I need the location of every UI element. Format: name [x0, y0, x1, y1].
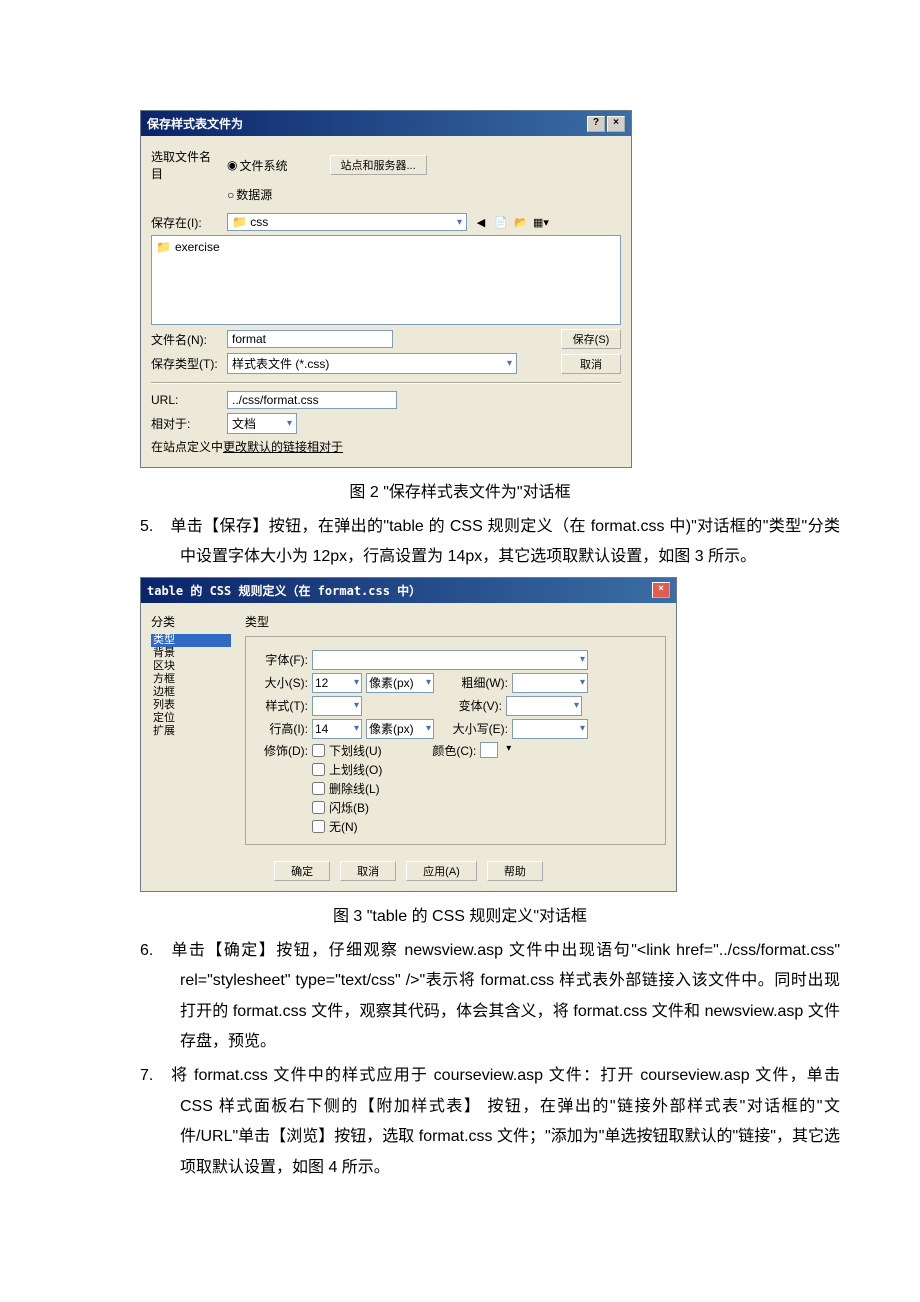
newfolder-icon[interactable]: 📂: [513, 214, 529, 230]
savein-label: 保存在(I):: [151, 214, 221, 231]
url-label: URL:: [151, 393, 221, 407]
cat-position[interactable]: 定位: [151, 712, 231, 725]
up-icon[interactable]: 📄: [493, 214, 509, 230]
category-list: 分类 类型 背景 区块 方框 边框 列表 定位 扩展: [151, 613, 231, 845]
deco-blink[interactable]: 闪烁(B): [312, 799, 382, 816]
deco-overline[interactable]: 上划线(O): [312, 761, 382, 778]
radio-filesystem[interactable]: ◉ 文件系统: [227, 157, 288, 174]
size-label: 大小(S):: [252, 674, 308, 691]
filename-input[interactable]: format: [227, 330, 393, 348]
back-icon[interactable]: ◀: [473, 214, 489, 230]
savein-select[interactable]: 📁 css▾: [227, 213, 467, 231]
dialog-title: table 的 CSS 规则定义（在 format.css 中）: [147, 582, 421, 599]
views-icon[interactable]: ▦▾: [533, 214, 549, 230]
weight-select[interactable]: ▾: [512, 673, 588, 693]
variant-select[interactable]: ▾: [506, 696, 582, 716]
note-text: 在站点定义中更改默认的链接相对于: [151, 438, 343, 455]
font-select[interactable]: ▾: [312, 650, 588, 670]
close-icon[interactable]: ×: [607, 116, 625, 132]
color-label: 颜色(C):: [420, 742, 476, 759]
cat-type[interactable]: 类型: [151, 634, 231, 647]
save-stylesheet-dialog: 保存样式表文件为 ? × 选取文件名目 ◉ 文件系统 站点和服务器... ○ 数…: [140, 110, 632, 468]
size-select[interactable]: 12▾: [312, 673, 362, 693]
rel-select[interactable]: 文档▾: [227, 413, 297, 434]
line-unit-select[interactable]: 像素(px)▾: [366, 719, 434, 739]
rel-label: 相对于:: [151, 415, 221, 432]
folder-item[interactable]: 📁exercise: [156, 240, 616, 254]
close-icon[interactable]: ×: [652, 582, 670, 598]
figure-2-caption: 图 2 "保存样式表文件为"对话框: [80, 478, 840, 502]
savetype-label: 保存类型(T):: [151, 355, 221, 372]
line-label: 行高(I):: [252, 720, 308, 737]
font-label: 字体(F):: [252, 651, 308, 668]
help-icon[interactable]: ?: [587, 116, 605, 132]
file-list[interactable]: 📁exercise: [151, 235, 621, 325]
cat-background[interactable]: 背景: [151, 647, 231, 660]
style-select[interactable]: ▾: [312, 696, 362, 716]
figure-3-caption: 图 3 "table 的 CSS 规则定义"对话框: [80, 902, 840, 926]
cat-box[interactable]: 方框: [151, 673, 231, 686]
size-unit-select[interactable]: 像素(px)▾: [366, 673, 434, 693]
case-label: 大小写(E):: [446, 720, 508, 737]
weight-label: 粗细(W):: [452, 674, 508, 691]
variant-label: 变体(V):: [446, 697, 502, 714]
color-picker[interactable]: [480, 742, 498, 758]
style-label: 样式(T):: [252, 697, 308, 714]
select-label: 选取文件名目: [151, 148, 221, 182]
url-input[interactable]: ../css/format.css: [227, 391, 397, 409]
step-7-text: 7.将 format.css 文件中的样式应用于 courseview.asp …: [80, 1061, 840, 1183]
deco-linethrough[interactable]: 删除线(L): [312, 780, 382, 797]
category-header: 分类: [151, 613, 231, 630]
cancel-button[interactable]: 取消: [340, 861, 396, 881]
site-server-button[interactable]: 站点和服务器...: [330, 155, 427, 175]
cancel-button[interactable]: 取消: [561, 354, 621, 374]
savetype-select[interactable]: 样式表文件 (*.css)▾: [227, 353, 517, 374]
deco-underline[interactable]: 下划线(U): [312, 742, 382, 759]
deco-label: 修饰(D):: [252, 742, 308, 759]
line-select[interactable]: 14▾: [312, 719, 362, 739]
step-6-text: 6.单击【确定】按钮，仔细观察 newsview.asp 文件中出现语句"<li…: [80, 936, 840, 1058]
cat-list[interactable]: 列表: [151, 699, 231, 712]
type-header: 类型: [245, 613, 666, 630]
deco-none[interactable]: 无(N): [312, 818, 382, 835]
titlebar: table 的 CSS 规则定义（在 format.css 中） ×: [141, 578, 676, 603]
titlebar: 保存样式表文件为 ? ×: [141, 111, 631, 136]
ok-button[interactable]: 确定: [274, 861, 330, 881]
filename-label: 文件名(N):: [151, 331, 221, 348]
cat-border[interactable]: 边框: [151, 686, 231, 699]
cat-block[interactable]: 区块: [151, 660, 231, 673]
case-select[interactable]: ▾: [512, 719, 588, 739]
save-button[interactable]: 保存(S): [561, 329, 621, 349]
dialog-title: 保存样式表文件为: [147, 115, 243, 132]
css-rule-dialog: table 的 CSS 规则定义（在 format.css 中） × 分类 类型…: [140, 577, 677, 892]
radio-datasource[interactable]: ○ 数据源: [227, 186, 272, 203]
cat-extend[interactable]: 扩展: [151, 725, 231, 738]
help-button[interactable]: 帮助: [487, 861, 543, 881]
step-5-text: 5.单击【保存】按钮，在弹出的"table 的 CSS 规则定义（在 forma…: [80, 512, 840, 573]
apply-button[interactable]: 应用(A): [406, 861, 477, 881]
